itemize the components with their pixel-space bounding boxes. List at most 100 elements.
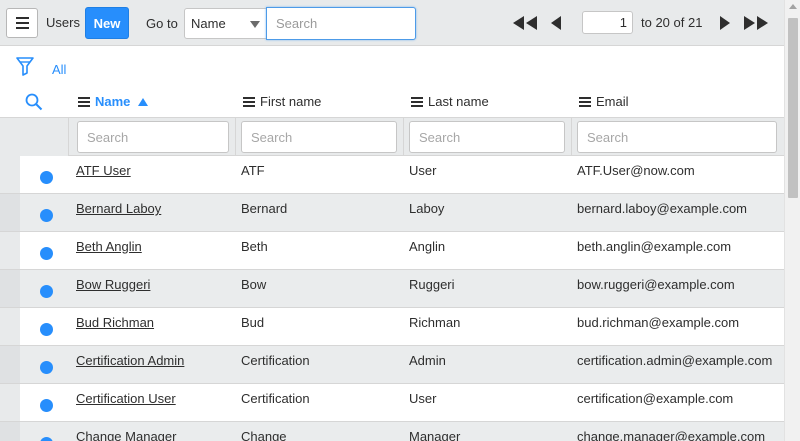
previous-page-icon[interactable]	[549, 16, 563, 30]
record-preview-icon[interactable]	[40, 209, 53, 222]
email-search-input[interactable]	[577, 121, 777, 153]
row-gutter	[0, 384, 20, 421]
column-menu-icon[interactable]	[411, 96, 423, 107]
page-range-text: to 20 of 21	[641, 15, 703, 30]
goto-label: Go to	[146, 16, 178, 31]
user-name-link[interactable]: Beth Anglin	[76, 239, 142, 254]
record-preview-icon[interactable]	[40, 285, 53, 298]
first-page-icon[interactable]	[512, 16, 538, 30]
list-title: Users	[46, 15, 80, 30]
last-name-cell: Anglin	[409, 239, 446, 254]
last-name-cell: User	[409, 391, 437, 406]
email-cell: change.manager@example.com	[577, 429, 766, 441]
name-search-input[interactable]	[77, 121, 229, 153]
user-name-link[interactable]: Certification User	[76, 391, 176, 406]
first-name-cell: Change	[241, 429, 287, 441]
sort-ascending-icon	[138, 97, 149, 106]
user-name-link[interactable]: Certification Admin	[76, 353, 184, 368]
column-menu-icon[interactable]	[579, 96, 591, 107]
goto-field-value: Name	[191, 16, 226, 31]
goto-search-input[interactable]	[266, 7, 416, 40]
column-header-row: Name First name Last name Email	[0, 87, 784, 118]
row-gutter	[0, 422, 20, 441]
table-row: Certification User Certification User ce…	[0, 384, 784, 422]
search-row-gutter	[0, 118, 69, 156]
table-row: Certification Admin Certification Admin …	[0, 346, 784, 384]
chevron-down-icon	[250, 21, 260, 28]
record-preview-icon[interactable]	[40, 437, 53, 441]
menu-icon-bar	[15, 22, 29, 24]
table-row: ATF User ATF User ATF.User@now.com	[0, 156, 784, 194]
column-label: Last name	[428, 94, 489, 109]
list-menu-button[interactable]	[6, 8, 38, 38]
column-menu-icon[interactable]	[78, 96, 90, 107]
breadcrumb-all-link[interactable]: All	[52, 62, 66, 77]
filter-icon[interactable]	[16, 56, 34, 78]
row-gutter	[0, 270, 20, 307]
menu-icon-bar	[15, 27, 29, 29]
search-icon[interactable]	[25, 93, 43, 111]
email-cell: beth.anglin@example.com	[577, 239, 732, 254]
email-cell: bud.richman@example.com	[577, 315, 740, 330]
column-label: Name	[95, 94, 131, 109]
row-gutter	[0, 308, 20, 345]
column-header-last-name[interactable]: Last name	[411, 94, 489, 109]
record-preview-icon[interactable]	[40, 171, 53, 184]
first-name-cell: Bud	[241, 315, 265, 330]
last-page-icon[interactable]	[743, 16, 769, 30]
row-gutter	[0, 194, 20, 231]
column-menu-icon[interactable]	[243, 96, 255, 107]
first-name-cell: Bow	[241, 277, 267, 292]
table-row: Change Manager Change Manager change.man…	[0, 422, 784, 441]
user-name-link[interactable]: Bernard Laboy	[76, 201, 161, 216]
row-gutter	[0, 156, 20, 193]
last-name-cell: User	[409, 163, 437, 178]
table-row: Bow Ruggeri Bow Ruggeri bow.ruggeri@exam…	[0, 270, 784, 308]
new-button[interactable]: New	[85, 7, 129, 39]
column-divider	[571, 118, 572, 156]
record-preview-icon[interactable]	[40, 323, 53, 336]
column-label: Email	[596, 94, 629, 109]
column-header-email[interactable]: Email	[579, 94, 629, 109]
last-name-search-input[interactable]	[409, 121, 565, 153]
table-row: Bernard Laboy Bernard Laboy bernard.labo…	[0, 194, 784, 232]
record-preview-icon[interactable]	[40, 247, 53, 260]
user-list-view: Users New Go to Name to 20 of 21 A	[0, 0, 784, 441]
first-name-cell: ATF	[241, 163, 265, 178]
column-search-row	[0, 118, 784, 156]
row-gutter	[0, 346, 20, 383]
goto-field-select[interactable]: Name	[184, 8, 267, 39]
first-name-cell: Beth	[241, 239, 268, 254]
last-name-cell: Ruggeri	[409, 277, 455, 292]
user-name-link[interactable]: Bud Richman	[76, 315, 154, 330]
page-number-input[interactable]	[582, 11, 633, 34]
user-name-link[interactable]: ATF User	[76, 163, 131, 178]
user-name-link[interactable]: Change Manager	[76, 429, 176, 441]
last-name-cell: Manager	[409, 429, 461, 441]
email-cell: certification@example.com	[577, 391, 734, 406]
record-preview-icon[interactable]	[40, 361, 53, 374]
vertical-scrollbar[interactable]	[784, 0, 800, 441]
scrollbar-thumb[interactable]	[788, 18, 798, 198]
column-header-first-name[interactable]: First name	[243, 94, 321, 109]
email-cell: certification.admin@example.com	[577, 353, 773, 368]
table-row: Bud Richman Bud Richman bud.richman@exam…	[0, 308, 784, 346]
user-name-link[interactable]: Bow Ruggeri	[76, 277, 150, 292]
table-row: Beth Anglin Beth Anglin beth.anglin@exam…	[0, 232, 784, 270]
next-page-icon[interactable]	[718, 16, 732, 30]
last-name-cell: Admin	[409, 353, 446, 368]
menu-icon-bar	[15, 17, 29, 19]
email-cell: bernard.laboy@example.com	[577, 201, 748, 216]
filter-breadcrumb-row: All	[0, 47, 784, 87]
email-cell: bow.ruggeri@example.com	[577, 277, 735, 292]
list-header: Users New Go to Name to 20 of 21	[0, 0, 784, 46]
last-name-cell: Laboy	[409, 201, 445, 216]
first-name-cell: Certification	[241, 353, 310, 368]
column-header-name[interactable]: Name	[78, 94, 149, 109]
record-preview-icon[interactable]	[40, 399, 53, 412]
scroll-up-icon[interactable]	[789, 4, 797, 9]
email-cell: ATF.User@now.com	[577, 163, 695, 178]
column-divider	[235, 118, 236, 156]
first-name-search-input[interactable]	[241, 121, 397, 153]
first-name-cell: Bernard	[241, 201, 288, 216]
